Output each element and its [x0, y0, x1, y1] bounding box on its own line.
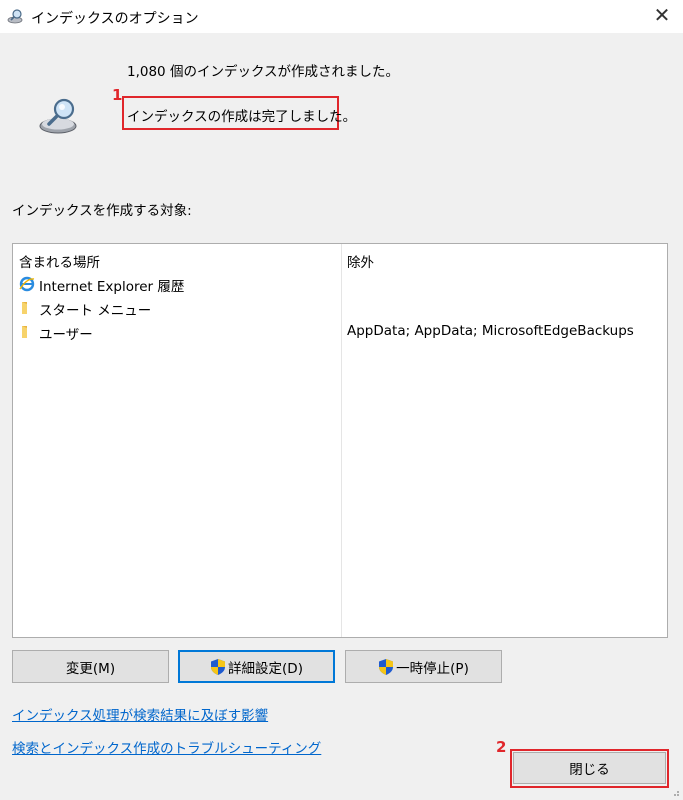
indexing-status-icon	[39, 98, 77, 134]
list-item[interactable]: スタート メニュー	[17, 297, 665, 319]
folder-icon	[22, 326, 27, 338]
pause-button-label: 一時停止(P)	[396, 660, 469, 677]
modify-button-label: 変更(M)	[65, 660, 116, 677]
advanced-button-label: 詳細設定(D)	[228, 660, 303, 677]
modify-button[interactable]: 変更(M)	[12, 650, 169, 683]
advanced-button[interactable]: 詳細設定(D)	[178, 650, 335, 683]
list-item[interactable]: ユーザー AppData; AppData; MicrosoftEdgeBack…	[17, 321, 665, 343]
internet-explorer-icon	[19, 276, 35, 292]
indexing-options-icon	[7, 9, 23, 24]
index-complete-text: インデックスの作成は完了しました。	[127, 109, 357, 125]
pause-button[interactable]: 一時停止(P)	[345, 650, 502, 683]
folder-icon	[22, 302, 27, 314]
location-name: ユーザー	[39, 327, 93, 343]
uac-shield-icon	[211, 658, 226, 675]
list-item[interactable]: Internet Explorer 履歴	[17, 273, 665, 295]
title-bar: インデックスのオプション ✕	[0, 0, 683, 33]
uac-shield-icon	[379, 658, 394, 675]
section-label: インデックスを作成する対象:	[12, 203, 192, 219]
location-name: スタート メニュー	[39, 303, 152, 319]
annotation-marker-2: 2	[496, 738, 507, 756]
close-icon[interactable]: ✕	[653, 5, 671, 25]
column-header-location[interactable]: 含まれる場所	[19, 251, 100, 271]
exclude-value: AppData; AppData; MicrosoftEdgeBackups	[347, 323, 634, 339]
location-name: Internet Explorer 履歴	[39, 279, 185, 295]
highlight-box-close	[510, 749, 669, 788]
window-title: インデックスのオプション	[31, 11, 199, 27]
search-effect-link[interactable]: インデックス処理が検索結果に及ぼす影響	[12, 704, 268, 724]
index-count-text: 1,080 個のインデックスが作成されました。	[127, 64, 400, 80]
resize-grip-icon[interactable]	[670, 787, 680, 797]
annotation-marker-1: 1	[112, 86, 123, 104]
column-header-exclude[interactable]: 除外	[347, 251, 374, 271]
index-locations-list[interactable]: 含まれる場所 除外 Internet Explorer 履歴 スタート メニュー…	[12, 243, 668, 638]
troubleshoot-link[interactable]: 検索とインデックス作成のトラブルシューティング	[12, 737, 321, 757]
